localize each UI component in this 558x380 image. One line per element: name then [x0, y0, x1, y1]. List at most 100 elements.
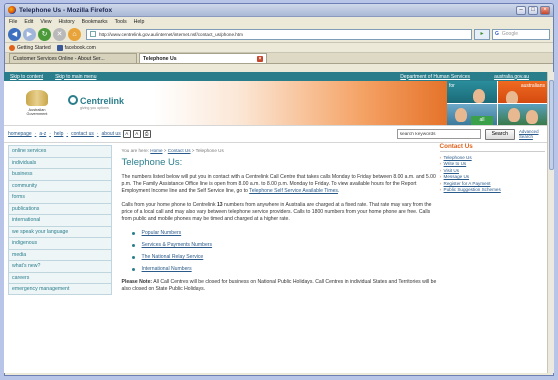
australian-government-logo[interactable]: Australian Government — [20, 90, 54, 116]
address-bar[interactable]: http://www.centrelink.gov.au/internet/in… — [86, 28, 472, 40]
help-link[interactable]: help — [54, 131, 63, 137]
photo-caption: australians — [520, 83, 545, 89]
contact-us-heading: Contact Us — [439, 143, 545, 152]
centrelink-text: Centrelink — [80, 96, 125, 106]
australia-gov-link[interactable]: australia.gov.au — [494, 74, 529, 80]
centrelink-tagline: giving you options — [80, 106, 109, 110]
menu-tools[interactable]: Tools — [115, 19, 127, 25]
bullet-icon — [131, 232, 135, 235]
text-size-icon[interactable]: A — [122, 130, 131, 138]
skip-to-content-link[interactable]: Skip to content — [10, 74, 43, 80]
nav-emergency-management[interactable]: emergency management — [8, 283, 112, 295]
nav-media[interactable]: media — [8, 248, 112, 260]
web-page: Skip to content Skip to main menu Depart… — [4, 72, 547, 373]
tab-customer-services[interactable]: Customer Services Online - About Ser... — [9, 53, 137, 63]
stop-button[interactable]: ✕ — [53, 27, 66, 41]
breadcrumb-separator: > — [163, 148, 167, 153]
nav-indigenous[interactable]: indigenous — [8, 237, 112, 249]
back-button[interactable]: ◀ — [8, 27, 21, 41]
scrollbar-thumb[interactable] — [549, 80, 554, 170]
bullet-icon — [131, 268, 135, 271]
person-photo — [525, 109, 538, 124]
home-button[interactable]: ⌂ — [68, 27, 81, 41]
tab-telephone-us[interactable]: Telephone Us × — [139, 53, 267, 63]
about-us-link[interactable]: about us — [102, 131, 121, 137]
menu-help[interactable]: Help — [134, 19, 145, 25]
main-content: You are here: Home > Contact Us > Teleph… — [112, 143, 440, 300]
search-box[interactable]: G Google — [492, 28, 550, 40]
search-keywords-input[interactable] — [396, 129, 481, 139]
menu-bookmarks[interactable]: Bookmarks — [82, 19, 108, 25]
bookmark-getting-started[interactable]: Getting Started — [9, 44, 51, 51]
google-icon: G — [495, 31, 499, 37]
skip-to-menu-link[interactable]: Skip to main menu — [55, 74, 96, 80]
site-banner: Australian Government Centrelink giving … — [4, 81, 547, 125]
nav-careers[interactable]: careers — [8, 271, 112, 283]
centrelink-logo[interactable]: Centrelink giving you options — [68, 95, 125, 110]
nav-individuals[interactable]: individuals — [8, 156, 112, 168]
person-photo — [455, 107, 467, 122]
right-sidebar: Contact Us Telephone Us Write to Us Visi… — [439, 143, 545, 300]
nav-business[interactable]: business — [8, 168, 112, 180]
nav-online-services[interactable]: online services — [8, 145, 112, 157]
content-area: online services individuals business com… — [4, 143, 547, 300]
charges-text: Calls from your home phone to Centrelink — [121, 202, 217, 208]
bookmarks-toolbar: Getting Started facebook.com — [5, 43, 553, 53]
text-size-large-icon[interactable]: A — [132, 130, 141, 138]
list-item: International Numbers — [131, 266, 440, 273]
nav-we-speak-your-language[interactable]: we speak your language — [8, 225, 112, 237]
window-title: Telephone Us - Mozilla Firefox — [19, 6, 113, 14]
menu-view[interactable]: View — [40, 19, 51, 25]
vertical-scrollbar[interactable] — [547, 72, 554, 373]
go-button[interactable]: ▸ — [474, 28, 490, 40]
utility-bar: homepage · a-z · help · contact us · about u… — [4, 125, 547, 143]
person-photo — [505, 91, 518, 103]
a-z-link[interactable]: a-z — [39, 131, 46, 137]
bookmark-facebook[interactable]: facebook.com — [56, 44, 96, 51]
numbers-list: Popular Numbers Services & Payments Numb… — [131, 230, 440, 273]
contact-us-link[interactable]: contact us — [71, 131, 94, 137]
nav-international[interactable]: international — [8, 214, 112, 226]
photo-caption: all — [471, 116, 493, 125]
breadcrumb: You are here: Home > Contact Us > Teleph… — [122, 147, 440, 154]
tab-label: Telephone Us — [143, 55, 177, 62]
breadcrumb-current: Telephone Us — [195, 148, 224, 153]
self-service-times-link[interactable]: Telephone Self Service Available Times — [249, 188, 338, 194]
menu-file[interactable]: File — [9, 19, 17, 25]
nav-whats-new[interactable]: what's new? — [8, 260, 112, 272]
search-button[interactable]: Search — [484, 128, 515, 140]
public-suggestion-link[interactable]: Public Suggestion Schemes — [440, 187, 545, 194]
firefox-icon — [8, 6, 16, 14]
bullet-icon — [131, 244, 135, 247]
tab-label: Customer Services Online - About Ser... — [13, 55, 105, 62]
international-numbers-link[interactable]: International Numbers — [142, 266, 192, 273]
logo-area: Australian Government Centrelink giving … — [4, 81, 154, 125]
maximize-button[interactable]: □ — [528, 5, 538, 15]
nav-community[interactable]: community — [8, 179, 112, 191]
menu-history[interactable]: History — [58, 19, 74, 25]
nav-forms[interactable]: forms — [8, 191, 112, 203]
firefox-bookmark-icon — [9, 44, 15, 51]
holiday-note: Please Note: All Call Centres will be cl… — [122, 279, 440, 293]
breadcrumb-contact-link[interactable]: Contact Us — [168, 148, 191, 153]
close-button[interactable]: × — [540, 5, 550, 15]
gov-logo-text: Australian Government — [26, 108, 48, 116]
dept-human-services-link[interactable]: Department of Human Services — [400, 74, 470, 80]
popular-numbers-link[interactable]: Popular Numbers — [142, 230, 182, 237]
list-item: The National Relay Service — [131, 254, 440, 261]
photo-caption: for — [449, 83, 455, 89]
minimize-button[interactable]: – — [516, 5, 526, 15]
banner-swoosh — [154, 81, 447, 125]
breadcrumb-home-link[interactable]: Home — [150, 148, 162, 153]
banner-photo-australians: australians — [497, 81, 547, 103]
services-payments-link[interactable]: Services & Payments Numbers — [142, 242, 213, 249]
menu-edit[interactable]: Edit — [24, 19, 33, 25]
homepage-link[interactable]: homepage — [8, 131, 32, 137]
tab-close-icon[interactable]: × — [257, 55, 263, 62]
national-relay-link[interactable]: The National Relay Service — [142, 254, 204, 261]
reload-button[interactable]: ↻ — [38, 27, 51, 41]
print-icon[interactable]: ⎙ — [142, 130, 151, 138]
advanced-search-link[interactable]: Advanced Search — [519, 129, 543, 139]
nav-publications[interactable]: publications — [8, 202, 112, 214]
forward-button[interactable]: ▶ — [23, 27, 36, 41]
